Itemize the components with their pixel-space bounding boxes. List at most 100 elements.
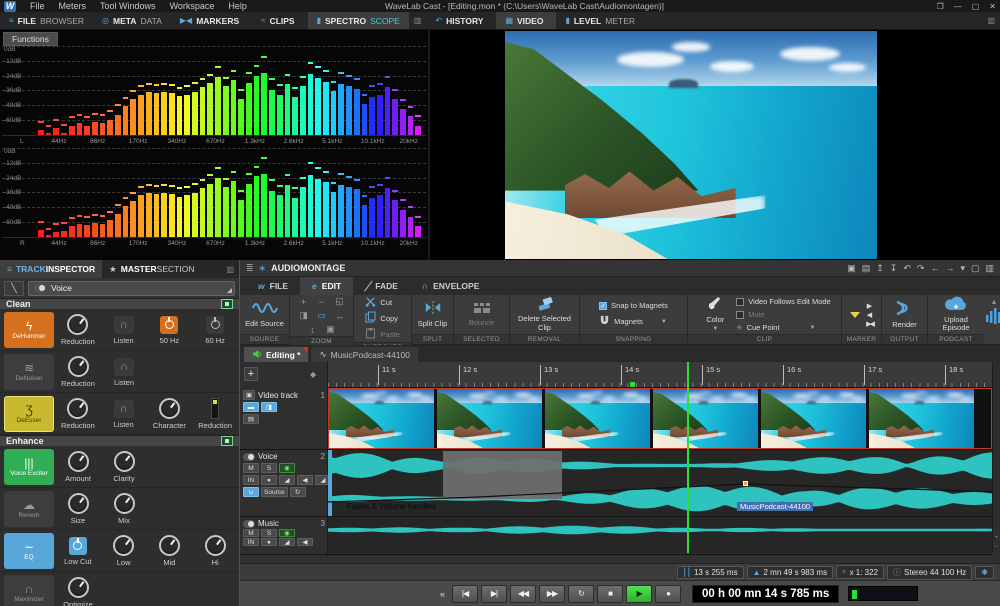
minimize-icon[interactable]: — — [954, 2, 962, 11]
magnets-button[interactable]: Magnets▼ — [599, 315, 668, 328]
folder-icon[interactable]: ▤ — [862, 263, 871, 274]
listen-control[interactable]: ∩Listen — [102, 316, 146, 345]
collapse-transport-icon[interactable]: « — [440, 589, 445, 599]
power-icon[interactable] — [69, 537, 87, 555]
reduction-control[interactable]: Reduction — [56, 314, 100, 346]
layout-icon[interactable]: ▥ — [985, 263, 994, 274]
voice-exciter-button[interactable]: |||Voice Exciter — [4, 449, 54, 485]
knob-icon[interactable] — [113, 535, 134, 556]
workspace-tab-spectro[interactable]: ▮SPECTROSCOPE — [308, 12, 409, 29]
routing-icon[interactable]: ◢ — [279, 475, 295, 485]
source-button[interactable]: Source — [261, 487, 288, 497]
knob-icon[interactable] — [68, 356, 89, 377]
section-toggle-icon[interactable] — [221, 436, 233, 446]
zoom-vertical-tool[interactable]: ▣ — [325, 324, 337, 335]
video-option-button[interactable]: ◨ — [261, 402, 277, 412]
zoom-selection-tool[interactable]: − — [316, 297, 328, 307]
reduction-control[interactable]: Reduction — [193, 398, 237, 430]
playhead-cursor[interactable] — [687, 362, 689, 553]
headphones-icon[interactable]: ∩ — [114, 400, 134, 418]
clarity-control[interactable]: Clarity — [102, 451, 146, 483]
edit-source-button[interactable]: Edit Source — [245, 301, 284, 328]
low-cut-control[interactable]: Low Cut — [56, 537, 100, 566]
functions-button[interactable]: Functions — [3, 32, 58, 46]
add-track-button[interactable]: + — [244, 367, 258, 381]
zoom-in-icon[interactable]: + — [995, 535, 999, 541]
menu-workspace[interactable]: Workspace — [170, 1, 215, 11]
input-button[interactable]: IN — [243, 475, 259, 485]
solo-button[interactable]: S — [261, 463, 277, 473]
hi-control[interactable]: Hi — [193, 535, 237, 567]
maximize-icon[interactable]: ▢ — [972, 2, 980, 11]
mute-checkbox[interactable]: Mute — [736, 310, 830, 319]
paste-button[interactable]: Paste — [365, 327, 399, 341]
dehummer-button[interactable]: ϟDeHummer — [4, 312, 54, 348]
power-icon[interactable] — [160, 316, 178, 334]
mid-control[interactable]: Mid — [148, 535, 192, 567]
zoom-clip-tool[interactable]: ▭ — [316, 310, 328, 321]
refresh-icon[interactable]: ↻ — [290, 487, 306, 497]
denoiser-button[interactable]: ≋DeNoiser — [4, 354, 54, 390]
cut-button[interactable]: Cut — [365, 296, 399, 309]
reduction-control[interactable]: Reduction — [56, 356, 100, 388]
50-hz-control[interactable]: 50 Hz — [148, 316, 192, 345]
workspace-tab-file[interactable]: ≡FILEBROWSER — [0, 12, 93, 29]
workspace-tab-video[interactable]: ▦VIDEO — [496, 12, 556, 29]
clip-name-label[interactable]: MusicPodcast-44100 — [737, 502, 813, 511]
low-control[interactable]: Low — [102, 535, 146, 567]
tab-edit[interactable]: eEDIT — [300, 277, 353, 295]
zoom-out-icon[interactable]: − — [995, 544, 999, 550]
video-clip[interactable] — [328, 388, 992, 449]
color-button[interactable]: Color▼ — [698, 296, 732, 333]
panel-options-icon[interactable]: ▥ — [221, 260, 239, 278]
next-marker-icon[interactable]: ▶ — [867, 302, 872, 310]
fast-forward-button[interactable]: ▶▶ — [539, 585, 565, 603]
forward-icon[interactable]: → — [945, 263, 954, 273]
knob-icon[interactable] — [68, 451, 89, 472]
workspace-tab-clips[interactable]: ≈CLIPS — [252, 12, 307, 29]
menu-file[interactable]: File — [30, 1, 45, 11]
voice-clip[interactable]: Fades & Volume handlesMusicPodcast-44100 — [328, 450, 992, 516]
amount-control[interactable]: Amount — [56, 451, 100, 483]
knob-icon[interactable] — [114, 493, 135, 514]
status-preset[interactable]: ✱ — [975, 566, 994, 579]
collapse-ribbon-icon[interactable]: ▴ — [992, 297, 996, 306]
delete-selected-clip-button[interactable]: Delete Selected Clip — [513, 297, 576, 333]
zoom-whole-tool[interactable]: ◨ — [298, 310, 310, 321]
vertical-scrollbar[interactable]: +− — [992, 362, 1000, 553]
redo-icon[interactable]: ↷ — [917, 263, 925, 274]
tab-file[interactable]: wFILE — [246, 277, 300, 295]
play-button[interactable]: ▶ — [626, 585, 652, 603]
listen-control[interactable]: ∩Listen — [102, 400, 146, 429]
panel-options-icon[interactable]: ▥ — [409, 12, 427, 29]
split-clip-button[interactable]: Split Clip — [418, 300, 448, 328]
toggle-icon[interactable] — [243, 520, 255, 528]
character-control[interactable]: Character — [148, 398, 192, 430]
film-strip-icon[interactable]: ▤ — [243, 414, 259, 424]
status-duration[interactable]: ▲2 mn 49 s 983 ms — [747, 566, 834, 579]
upload-episode-button[interactable]: Upload Episode — [931, 296, 981, 333]
knob-icon[interactable] — [67, 314, 88, 335]
reduction-control[interactable]: Reduction — [56, 398, 100, 430]
knob-icon[interactable] — [159, 398, 180, 419]
marker-dropdown-icon[interactable] — [850, 312, 860, 318]
menu-meters[interactable]: Meters — [59, 1, 87, 11]
zoom-in-tool[interactable]: + — [298, 297, 310, 307]
montage-tab-musicpodcast[interactable]: ∿MusicPodcast-44100 — [311, 347, 418, 362]
status-edit-cursor[interactable]: ⎮⎮13 s 255 ms — [677, 566, 744, 579]
envelope-button[interactable]: ∪ — [243, 487, 259, 497]
routing-icon[interactable]: ◢ — [279, 538, 295, 546]
record-button[interactable]: ● — [655, 585, 681, 603]
workspace-tab-history[interactable]: ↶HISTORY — [426, 12, 496, 29]
back-icon[interactable]: ← — [930, 263, 939, 273]
stop-button[interactable]: ■ — [597, 585, 623, 603]
maximizer-button[interactable]: ∩Maximizer — [4, 575, 54, 606]
mute-button[interactable]: M — [243, 463, 259, 473]
mix-control[interactable]: Mix — [102, 493, 146, 525]
snap-to-magnets-checkbox[interactable]: ✓Snap to Magnets — [599, 301, 668, 310]
section-toggle-icon[interactable] — [221, 299, 233, 309]
pencil-tool[interactable]: ╲ — [4, 281, 24, 296]
ruler-marker[interactable] — [630, 382, 635, 387]
tab-fade[interactable]: ╱FADE — [353, 277, 410, 295]
record-icon[interactable]: ● — [261, 475, 277, 485]
